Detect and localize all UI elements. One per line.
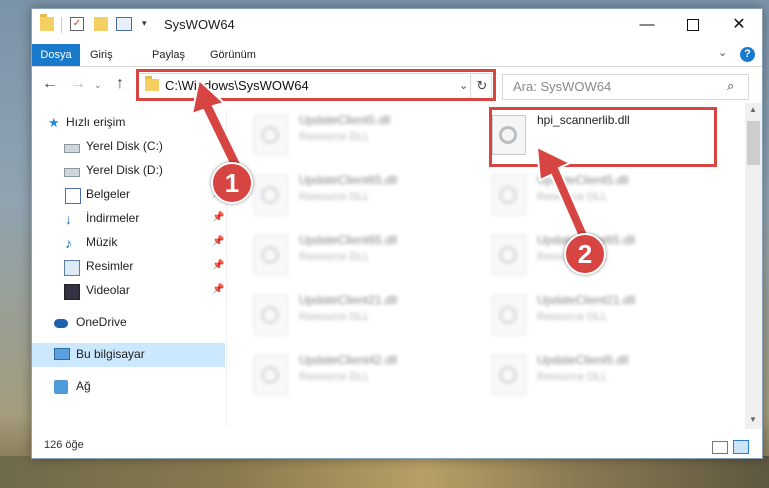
callout-step-1: 1 [211,162,253,204]
annotation-arrows [190,78,594,250]
callout-step-2: 2 [564,233,606,275]
